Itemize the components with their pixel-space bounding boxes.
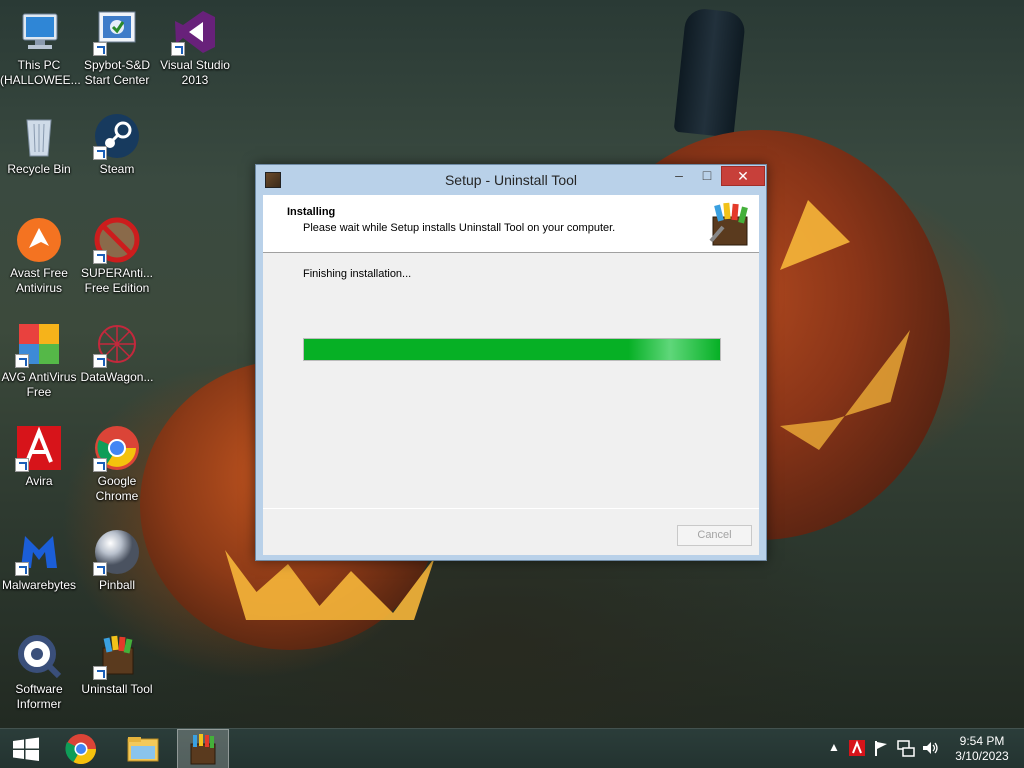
show-hidden-icons-icon[interactable]: ▲ <box>828 740 840 754</box>
shortcut-arrow-icon <box>93 562 107 576</box>
desktop-icon-avg[interactable]: AVG AntiVirus Free <box>0 320 78 400</box>
file-explorer-icon <box>127 737 159 762</box>
desktop-icon-chrome[interactable]: Google Chrome <box>78 424 156 504</box>
antivirus-tray-icon[interactable] <box>848 739 866 760</box>
shortcut-arrow-icon <box>93 250 107 264</box>
avg-icon <box>15 320 63 368</box>
shortcut-arrow-icon <box>93 42 107 56</box>
desktop-icon-steam[interactable]: Steam <box>78 112 156 177</box>
clock-date: 3/10/2023 <box>955 749 1009 763</box>
desktop-icon-recycle-bin[interactable]: Recycle Bin <box>0 112 78 177</box>
wizard-header: Installing Please wait while Setup insta… <box>263 195 759 253</box>
shortcut-arrow-icon <box>15 354 29 368</box>
volume-icon[interactable] <box>921 739 939 760</box>
desktop-icon-pinball[interactable]: Pinball <box>78 528 156 593</box>
install-progress-bar <box>303 338 721 361</box>
cancel-button[interactable]: Cancel <box>677 525 752 546</box>
desktop-icon-visual-studio[interactable]: Visual Studio 2013 <box>156 8 234 88</box>
taskbar-chrome[interactable] <box>55 729 107 768</box>
desktop-icon-avira[interactable]: Avira <box>0 424 78 489</box>
computer-icon <box>15 8 63 56</box>
desktop-icon-malwarebytes[interactable]: Malwarebytes <box>0 528 78 593</box>
avast-icon <box>15 216 63 264</box>
taskbar-setup-uninstall-tool[interactable] <box>177 729 229 768</box>
pumpkin-stem <box>673 7 747 138</box>
superantispyware-icon <box>93 216 141 264</box>
malwarebytes-icon <box>15 528 63 576</box>
software-informer-icon <box>15 632 63 680</box>
taskbar-clock[interactable]: 9:54 PM 3/10/2023 <box>944 734 1020 764</box>
taskbar-file-explorer[interactable] <box>117 729 169 768</box>
uninstall-tool-logo-icon <box>707 201 753 247</box>
chrome-icon <box>93 424 141 472</box>
install-status-text: Finishing installation... <box>303 268 412 280</box>
wizard-subheading: Please wait while Setup installs Uninsta… <box>303 222 616 234</box>
steam-icon <box>93 112 141 160</box>
uninstall-tool-setup-icon <box>190 734 216 765</box>
desktop-icon-software-informer[interactable]: Software Informer <box>0 632 78 712</box>
desktop-icon-spybot[interactable]: Spybot-S&D Start Center <box>78 8 156 88</box>
window-titlebar[interactable]: Setup - Uninstall Tool – □ ✕ <box>256 165 766 195</box>
shortcut-arrow-icon <box>93 354 107 368</box>
recycle-bin-icon <box>15 112 63 160</box>
footer-divider <box>263 508 759 509</box>
desktop-icon-avast[interactable]: Avast Free Antivirus <box>0 216 78 296</box>
start-button[interactable] <box>0 729 52 768</box>
shortcut-arrow-icon <box>171 42 185 56</box>
uninstall-tool-icon <box>93 632 141 680</box>
shortcut-arrow-icon <box>15 562 29 576</box>
minimize-button[interactable]: – <box>666 166 692 186</box>
shortcut-arrow-icon <box>93 146 107 160</box>
avira-icon <box>15 424 63 472</box>
shortcut-arrow-icon <box>93 666 107 680</box>
windows-logo-icon <box>13 737 39 761</box>
maximize-button[interactable]: □ <box>694 166 720 186</box>
progress-fill <box>304 339 720 360</box>
taskbar: ▲ 9:54 PM 3/10/2023 <box>0 728 1024 768</box>
chrome-icon <box>65 734 96 765</box>
network-icon[interactable] <box>897 739 915 760</box>
setup-window[interactable]: Setup - Uninstall Tool – □ ✕ Installing … <box>255 164 767 561</box>
datawagon-icon <box>93 320 141 368</box>
desktop-icon-uninstall-tool[interactable]: Uninstall Tool <box>78 632 156 697</box>
desktop-icon-this-pc[interactable]: This PC (HALLOWEE... <box>0 8 81 88</box>
shortcut-arrow-icon <box>93 458 107 472</box>
spybot-icon <box>93 8 141 56</box>
pinball-icon <box>93 528 141 576</box>
wizard-body: Installing Please wait while Setup insta… <box>263 195 759 555</box>
action-center-flag-icon[interactable] <box>873 739 889 760</box>
close-button[interactable]: ✕ <box>721 166 765 186</box>
desktop-icon-datawagon[interactable]: DataWagon... <box>78 320 156 385</box>
desktop-icon-superantispyware[interactable]: SUPERAnti... Free Edition <box>78 216 156 296</box>
wizard-heading: Installing <box>287 206 336 218</box>
clock-time: 9:54 PM <box>959 734 1005 748</box>
shortcut-arrow-icon <box>15 458 29 472</box>
visual-studio-icon <box>171 8 219 56</box>
